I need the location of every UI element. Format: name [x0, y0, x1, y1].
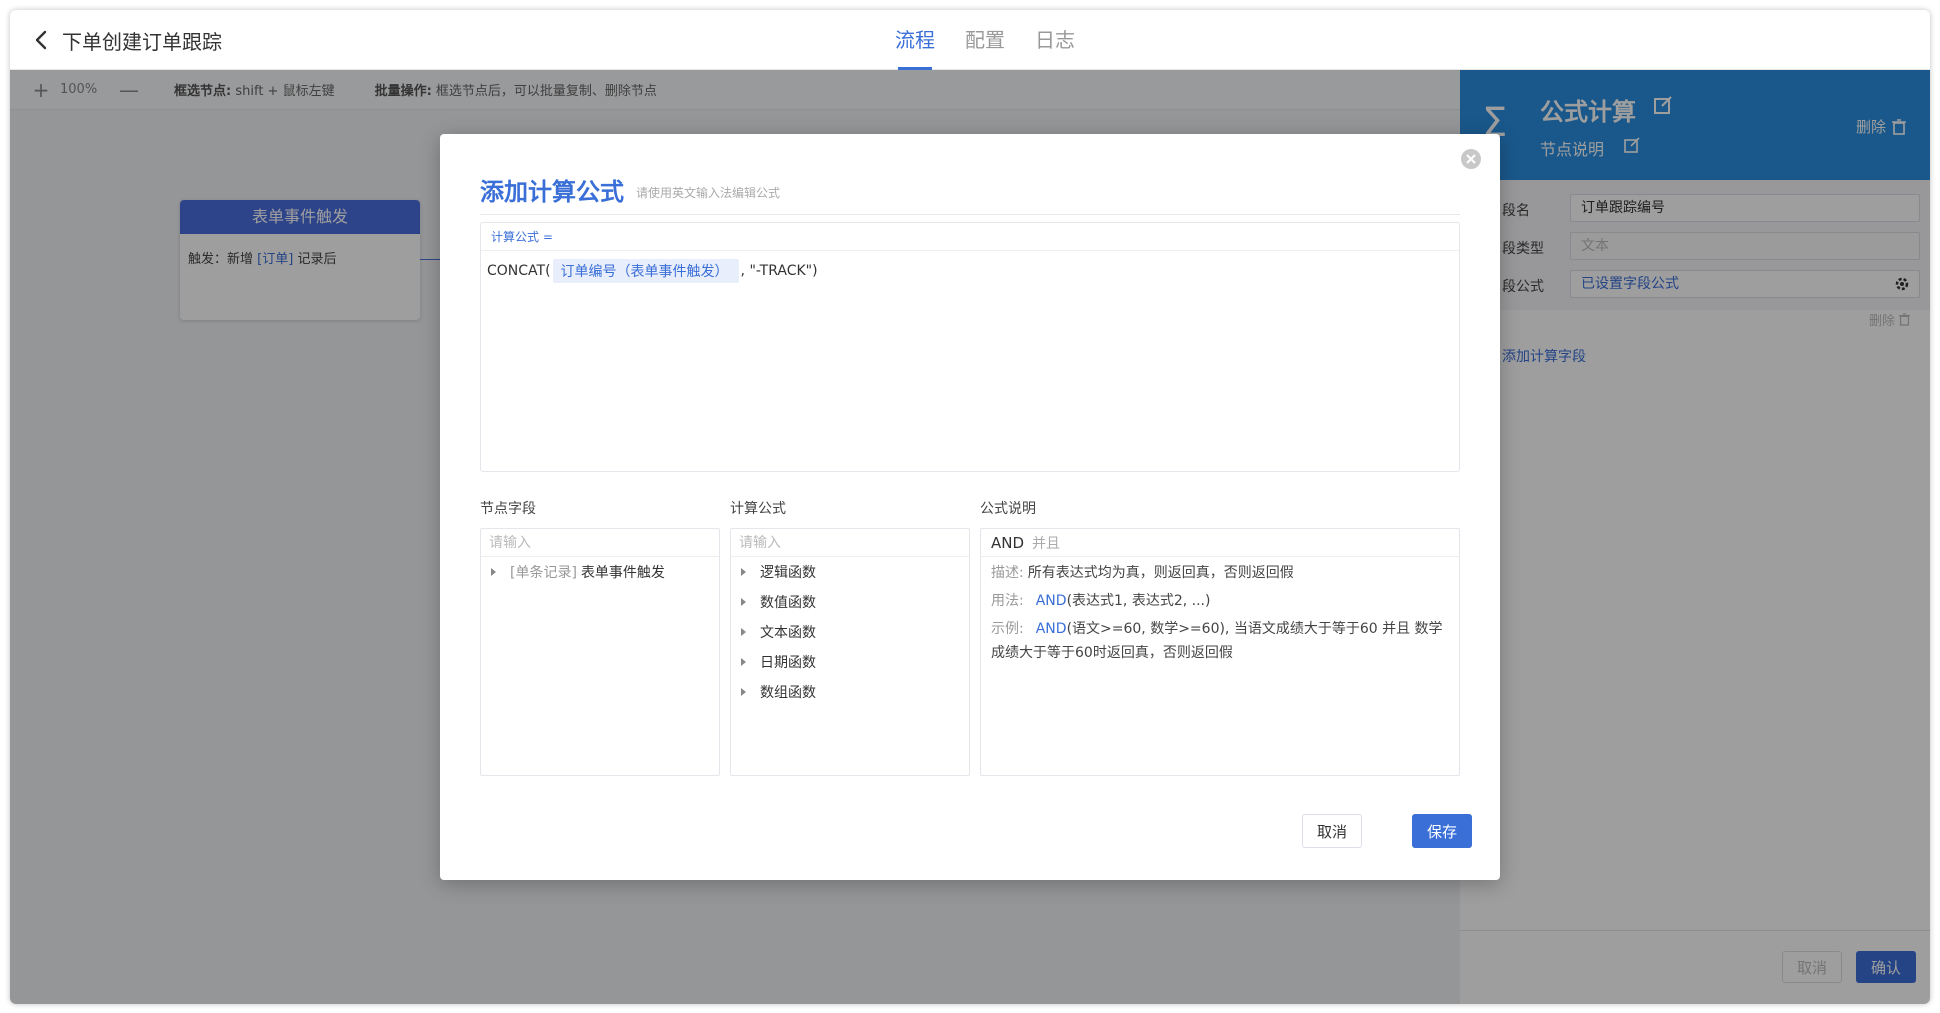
formula-editor[interactable]: 计算公式 = CONCAT( 订单编号（表单事件触发） , "-TRACK"): [480, 222, 1460, 472]
tab-flow[interactable]: 流程: [880, 10, 950, 70]
close-icon[interactable]: [1460, 148, 1482, 170]
app-window: 下单创建订单跟踪 流程 配置 日志 + 100% — 框选节点: shift +…: [10, 10, 1930, 1004]
tab-config[interactable]: 配置: [950, 10, 1020, 70]
tree-item-label: 表单事件触发: [580, 565, 665, 581]
formula-prefix: CONCAT(: [487, 263, 551, 279]
tree-item[interactable]: [单条记录] 表单事件触发: [481, 557, 719, 587]
category-text[interactable]: 文本函数: [731, 617, 969, 647]
add-formula-dialog: 添加计算公式 请使用英文输入法编辑公式 计算公式 = CONCAT( 订单编号（…: [440, 134, 1500, 880]
caret-right-icon: [491, 568, 496, 576]
category-date[interactable]: 日期函数: [731, 647, 969, 677]
dialog-save-button[interactable]: 保存: [1412, 814, 1472, 848]
formula-content[interactable]: CONCAT( 订单编号（表单事件触发） , "-TRACK"): [481, 251, 1459, 291]
formula-suffix: , "-TRACK"): [740, 263, 818, 279]
dialog-cancel-button[interactable]: 取消: [1302, 814, 1362, 848]
example-fn: AND: [1035, 621, 1067, 637]
category-array[interactable]: 数组函数: [731, 677, 969, 707]
caret-right-icon: [741, 658, 746, 666]
tree-item-tag: [单条记录]: [510, 565, 577, 581]
category-label: 数值函数: [760, 595, 816, 611]
formula-search[interactable]: 请输入: [731, 529, 969, 557]
tab-log[interactable]: 日志: [1020, 10, 1090, 70]
dialog-title: 添加计算公式: [480, 178, 624, 206]
page-title: 下单创建订单跟踪: [62, 30, 222, 54]
formula-categories-panel: 请输入 逻辑函数 数值函数 文本函数 日期函数 数组函数: [730, 528, 970, 776]
category-label: 逻辑函数: [760, 565, 816, 581]
category-logic[interactable]: 逻辑函数: [731, 557, 969, 587]
title-divider: [480, 214, 1460, 215]
caret-right-icon: [741, 628, 746, 636]
usage-fn: AND: [1035, 593, 1067, 609]
desc-usage: 用法: AND(表达式1, 表达式2, ...): [981, 589, 1459, 613]
category-label: 数组函数: [760, 685, 816, 701]
desc-example: 示例: AND(语文>=60, 数学>=60), 当语文成绩大于等于60 并且 数…: [981, 617, 1459, 665]
category-label: 文本函数: [760, 625, 816, 641]
formula-description-panel: AND 并且 描述: 所有表达式均为真，则返回真，否则返回假 用法: AND(表达式1…: [980, 528, 1460, 776]
desc-text: 所有表达式均为真，则返回真，否则返回假: [1027, 565, 1294, 581]
formulas-column-label: 计算公式: [730, 501, 786, 517]
top-header: 下单创建订单跟踪 流程 配置 日志: [10, 10, 1930, 70]
tab-bar: 流程 配置 日志: [880, 10, 1090, 70]
desc-description: 描述: 所有表达式均为真，则返回真，否则返回假: [981, 561, 1459, 585]
desc-fn-name: AND: [991, 534, 1025, 552]
node-fields-search[interactable]: 请输入: [481, 529, 719, 557]
formula-editor-label: 计算公式 =: [481, 223, 1459, 251]
fields-column-label: 节点字段: [480, 501, 536, 517]
caret-right-icon: [741, 688, 746, 696]
desc-column-label: 公式说明: [980, 501, 1036, 517]
desc-fn-name-cn: 并且: [1032, 536, 1061, 552]
back-arrow-icon[interactable]: [30, 28, 54, 52]
desc-key: 描述:: [991, 565, 1024, 581]
usage-key: 用法:: [991, 593, 1024, 609]
formula-field-chip[interactable]: 订单编号（表单事件触发）: [552, 259, 739, 283]
usage-text: (表达式1, 表达式2, ...): [1066, 593, 1211, 609]
caret-right-icon: [741, 568, 746, 576]
node-fields-panel: 请输入 [单条记录] 表单事件触发: [480, 528, 720, 776]
category-number[interactable]: 数值函数: [731, 587, 969, 617]
category-label: 日期函数: [760, 655, 816, 671]
dialog-subtitle: 请使用英文输入法编辑公式: [636, 186, 781, 200]
example-key: 示例:: [991, 621, 1024, 637]
desc-header: AND 并且: [981, 529, 1459, 557]
caret-right-icon: [741, 598, 746, 606]
